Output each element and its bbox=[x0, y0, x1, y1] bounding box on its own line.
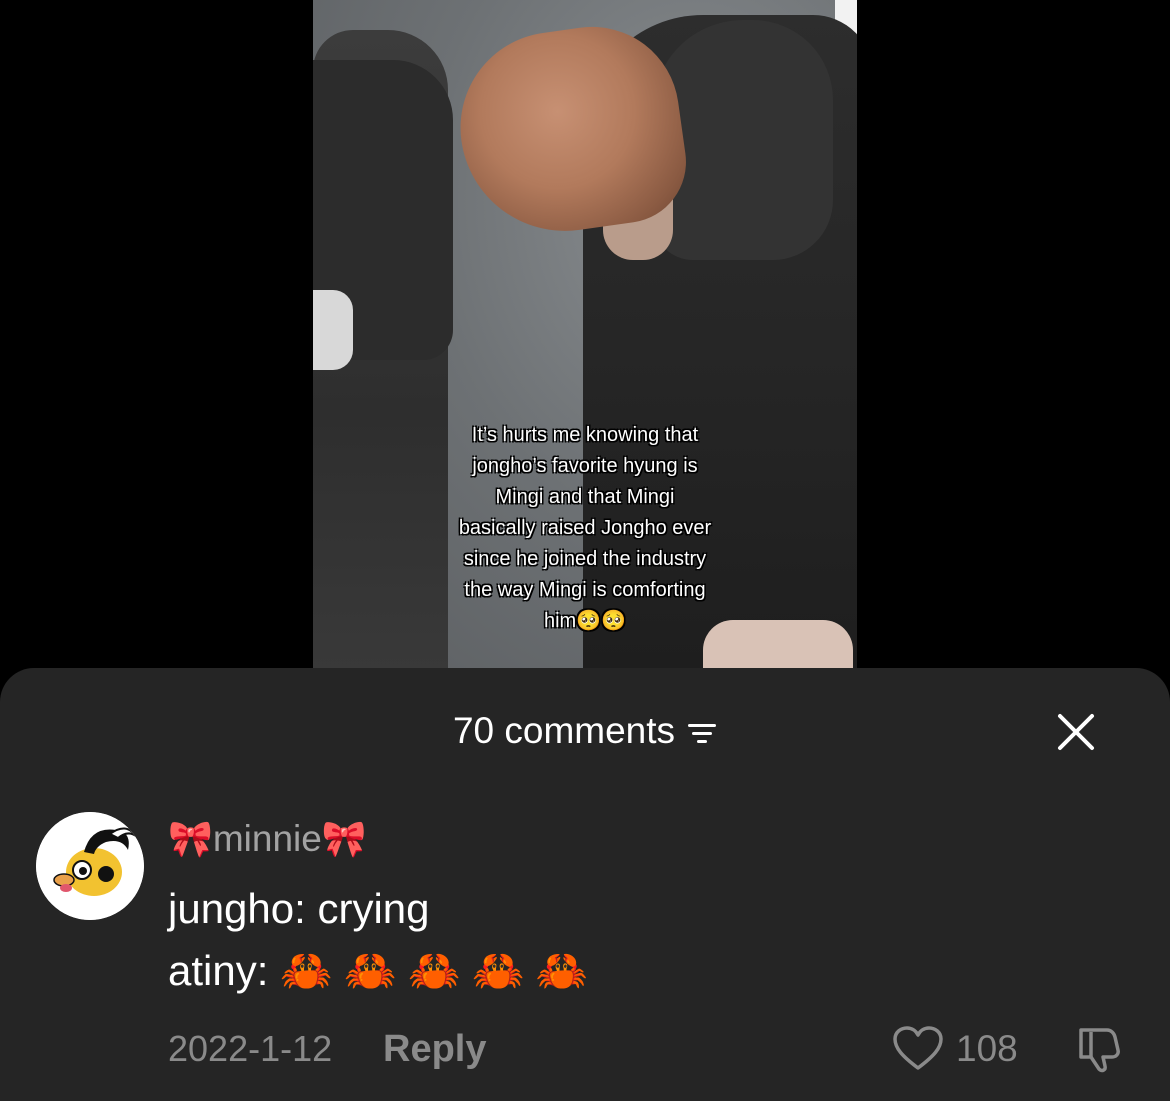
heart-icon bbox=[893, 1026, 943, 1070]
like-count: 108 bbox=[956, 1028, 1018, 1069]
video-caption: It’s hurts me knowing that jongho’s favo… bbox=[458, 424, 712, 632]
comment-meta: 2022-1-12 Reply 108 bbox=[168, 1026, 1128, 1078]
comment-text: jungho: crying atiny: 🦀 🦀 🦀 🦀 🦀 bbox=[168, 885, 589, 994]
thumbs-down-icon[interactable] bbox=[1073, 1024, 1123, 1074]
comment-username[interactable]: 🎀 minnie 🎀 bbox=[168, 818, 367, 860]
username-text: minnie bbox=[212, 818, 322, 859]
like-button[interactable]: 108 bbox=[892, 1026, 1018, 1072]
video-figure-left-detail bbox=[313, 290, 353, 370]
comments-sheet: 70 comments 🎀 minnie 🎀 jungho: crying at… bbox=[0, 668, 1170, 1101]
avatar[interactable] bbox=[36, 812, 144, 920]
comment-date: 2022-1-12 bbox=[168, 1028, 333, 1069]
username-bow-suffix: 🎀 bbox=[321, 818, 367, 859]
comments-header: 70 comments bbox=[0, 706, 1170, 756]
username-bow-prefix: 🎀 bbox=[168, 818, 213, 859]
filter-icon[interactable] bbox=[687, 722, 717, 746]
tiktok-comments-screen: It’s hurts me knowing that jongho’s favo… bbox=[0, 0, 1170, 1101]
comments-count: 70 comments bbox=[452, 710, 676, 751]
close-icon[interactable] bbox=[1056, 712, 1096, 752]
reply-button[interactable]: Reply bbox=[383, 1028, 486, 1071]
avatar-cartoon-icon bbox=[36, 812, 144, 920]
